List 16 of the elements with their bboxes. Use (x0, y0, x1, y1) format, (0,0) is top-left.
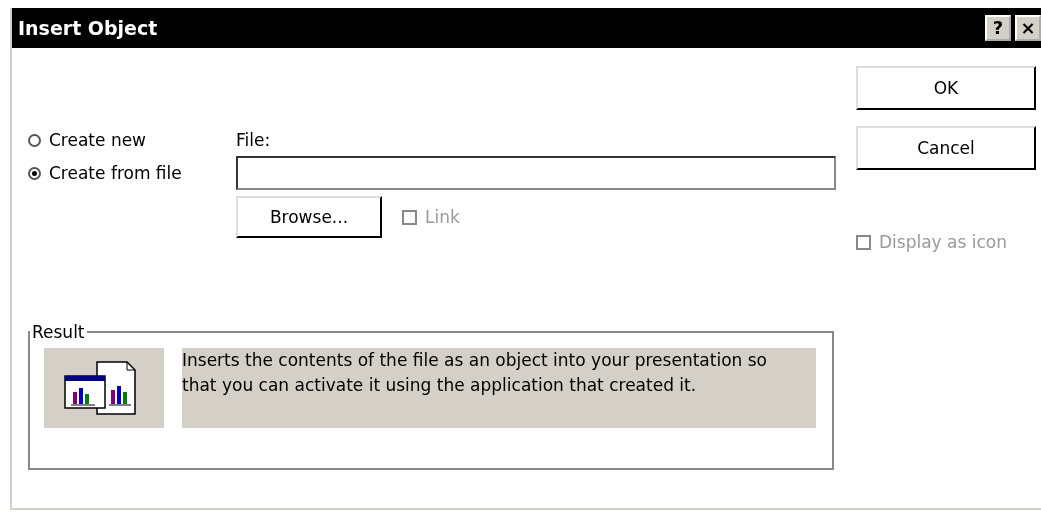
checkbox-label: Display as icon (879, 232, 1007, 252)
file-label: File: (236, 130, 272, 150)
group-title: Result (31, 322, 86, 342)
browse-button[interactable]: Browse... (236, 196, 382, 238)
radio-option[interactable]: Create from file (28, 163, 236, 183)
radio-label: Create new (49, 130, 147, 150)
close-button[interactable]: × (1015, 15, 1041, 41)
radio-label: Create from file (49, 163, 182, 183)
help-button[interactable]: ? (985, 15, 1011, 41)
cancel-button[interactable]: Cancel (856, 126, 1036, 170)
result-description: Inserts the contents of the file as an object into your presentation so that you can activate it using the application that created it. (182, 349, 768, 397)
window-title: Insert Object (18, 17, 158, 39)
ok-button[interactable]: OK (856, 66, 1036, 110)
file-input-field[interactable] (236, 156, 836, 190)
checkbox-label: Link (425, 207, 460, 227)
radio-option[interactable]: Create new (28, 130, 236, 150)
